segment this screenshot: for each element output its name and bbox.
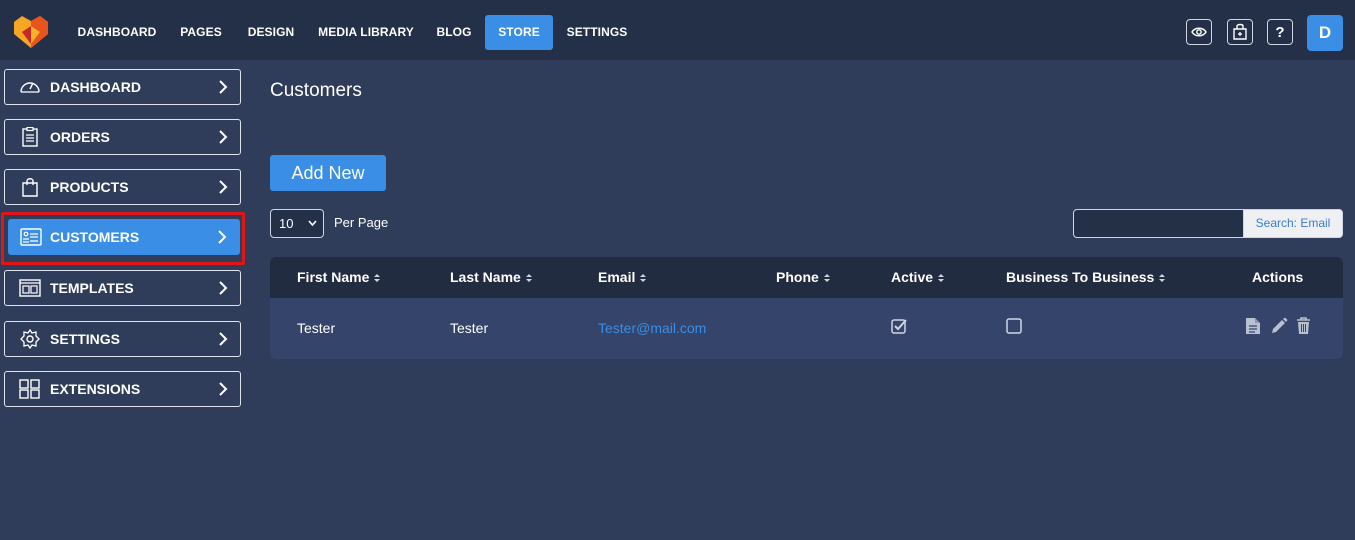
sidebar-item-label: DASHBOARD — [50, 79, 141, 95]
grid-icon — [19, 379, 40, 399]
top-navbar: DASHBOARD PAGES DESIGN MEDIA LIBRARY BLO… — [0, 0, 1355, 60]
sort-icon — [938, 274, 945, 282]
nav-design[interactable]: DESIGN — [243, 15, 299, 50]
search-email-button[interactable]: Search: Email — [1243, 209, 1343, 238]
document-icon[interactable] — [1245, 317, 1261, 335]
speedometer-icon — [20, 82, 40, 93]
avatar[interactable]: D — [1307, 15, 1343, 51]
sidebar-item-settings[interactable]: SETTINGS — [4, 321, 241, 357]
store-button[interactable] — [1227, 19, 1253, 45]
pencil-icon[interactable] — [1270, 317, 1288, 335]
help-button[interactable]: ? — [1267, 19, 1293, 45]
column-actions: Actions — [1252, 269, 1304, 285]
chevron-right-icon — [219, 130, 228, 144]
chevron-right-icon — [219, 180, 228, 194]
column-active[interactable]: Active — [891, 269, 945, 285]
column-first-name[interactable]: First Name — [297, 269, 381, 285]
add-new-button[interactable]: Add New — [270, 155, 386, 191]
store-bag-icon — [1233, 23, 1247, 40]
column-email[interactable]: Email — [598, 269, 647, 285]
table-row: Tester Tester Tester@mail.com — [270, 298, 1343, 359]
column-label: Business To Business — [1006, 269, 1155, 285]
sort-icon — [640, 274, 647, 282]
column-label: First Name — [297, 269, 370, 285]
sort-icon — [525, 274, 532, 282]
chevron-right-icon — [219, 382, 228, 396]
chevron-right-icon — [218, 230, 227, 244]
sidebar-item-label: TEMPLATES — [50, 280, 134, 296]
customers-table: First Name Last Name Email Phone Active … — [270, 257, 1343, 359]
sidebar-item-label: EXTENSIONS — [50, 381, 141, 397]
preview-button[interactable] — [1186, 19, 1212, 45]
help-icon: ? — [1275, 23, 1285, 41]
contact-card-icon — [20, 228, 42, 246]
template-icon — [19, 279, 41, 297]
nav-media-library[interactable]: MEDIA LIBRARY — [316, 15, 416, 50]
cell-email-link[interactable]: Tester@mail.com — [598, 320, 706, 336]
sort-icon — [823, 274, 830, 282]
per-page-label: Per Page — [334, 215, 389, 230]
table-header: First Name Last Name Email Phone Active … — [270, 257, 1343, 298]
column-phone[interactable]: Phone — [776, 269, 831, 285]
nav-settings[interactable]: SETTINGS — [561, 15, 633, 50]
column-label: Phone — [776, 269, 819, 285]
clipboard-icon — [22, 127, 38, 147]
chevron-right-icon — [219, 332, 228, 346]
sidebar-item-templates[interactable]: TEMPLATES — [4, 270, 241, 306]
nav-store[interactable]: STORE — [485, 15, 553, 50]
page-title: Customers — [270, 80, 362, 101]
cell-last-name: Tester — [450, 320, 489, 336]
sidebar-item-dashboard[interactable]: DASHBOARD — [4, 69, 241, 105]
shopping-bag-icon — [22, 178, 38, 197]
column-last-name[interactable]: Last Name — [450, 269, 533, 285]
sidebar-item-label: CUSTOMERS — [50, 229, 140, 245]
active-checkbox-checked[interactable] — [891, 318, 907, 334]
sidebar-item-customers[interactable]: CUSTOMERS — [8, 219, 240, 255]
eye-icon — [1191, 27, 1207, 37]
search-input[interactable] — [1073, 209, 1244, 238]
sidebar-item-label: PRODUCTS — [50, 179, 129, 195]
per-page-select[interactable]: 10 — [270, 209, 324, 238]
column-label: Active — [891, 269, 934, 285]
column-label: Email — [598, 269, 636, 285]
logo-icon[interactable] — [12, 14, 50, 50]
column-business-to-business[interactable]: Business To Business — [1006, 269, 1166, 285]
sidebar-item-label: ORDERS — [50, 129, 110, 145]
column-label: Last Name — [450, 269, 521, 285]
sort-icon — [374, 274, 381, 282]
nav-pages[interactable]: PAGES — [175, 15, 227, 50]
chevron-right-icon — [219, 281, 228, 295]
sort-icon — [1159, 274, 1166, 282]
nav-dashboard[interactable]: DASHBOARD — [74, 15, 160, 50]
sidebar-item-label: SETTINGS — [50, 331, 121, 347]
sidebar-item-products[interactable]: PRODUCTS — [4, 169, 241, 205]
chevron-down-icon — [308, 220, 317, 227]
chevron-right-icon — [219, 80, 228, 94]
nav-blog[interactable]: BLOG — [431, 15, 477, 50]
trash-icon[interactable] — [1296, 317, 1311, 335]
per-page-value: 10 — [279, 216, 294, 231]
cell-first-name: Tester — [297, 320, 336, 336]
sidebar: DASHBOARD ORDERS PRODUCTS CUSTOMERS TEMP… — [0, 60, 250, 540]
gear-icon — [20, 329, 40, 349]
b2b-checkbox[interactable] — [1006, 318, 1022, 334]
sidebar-item-orders[interactable]: ORDERS — [4, 119, 241, 155]
sidebar-item-extensions[interactable]: EXTENSIONS — [4, 371, 241, 407]
